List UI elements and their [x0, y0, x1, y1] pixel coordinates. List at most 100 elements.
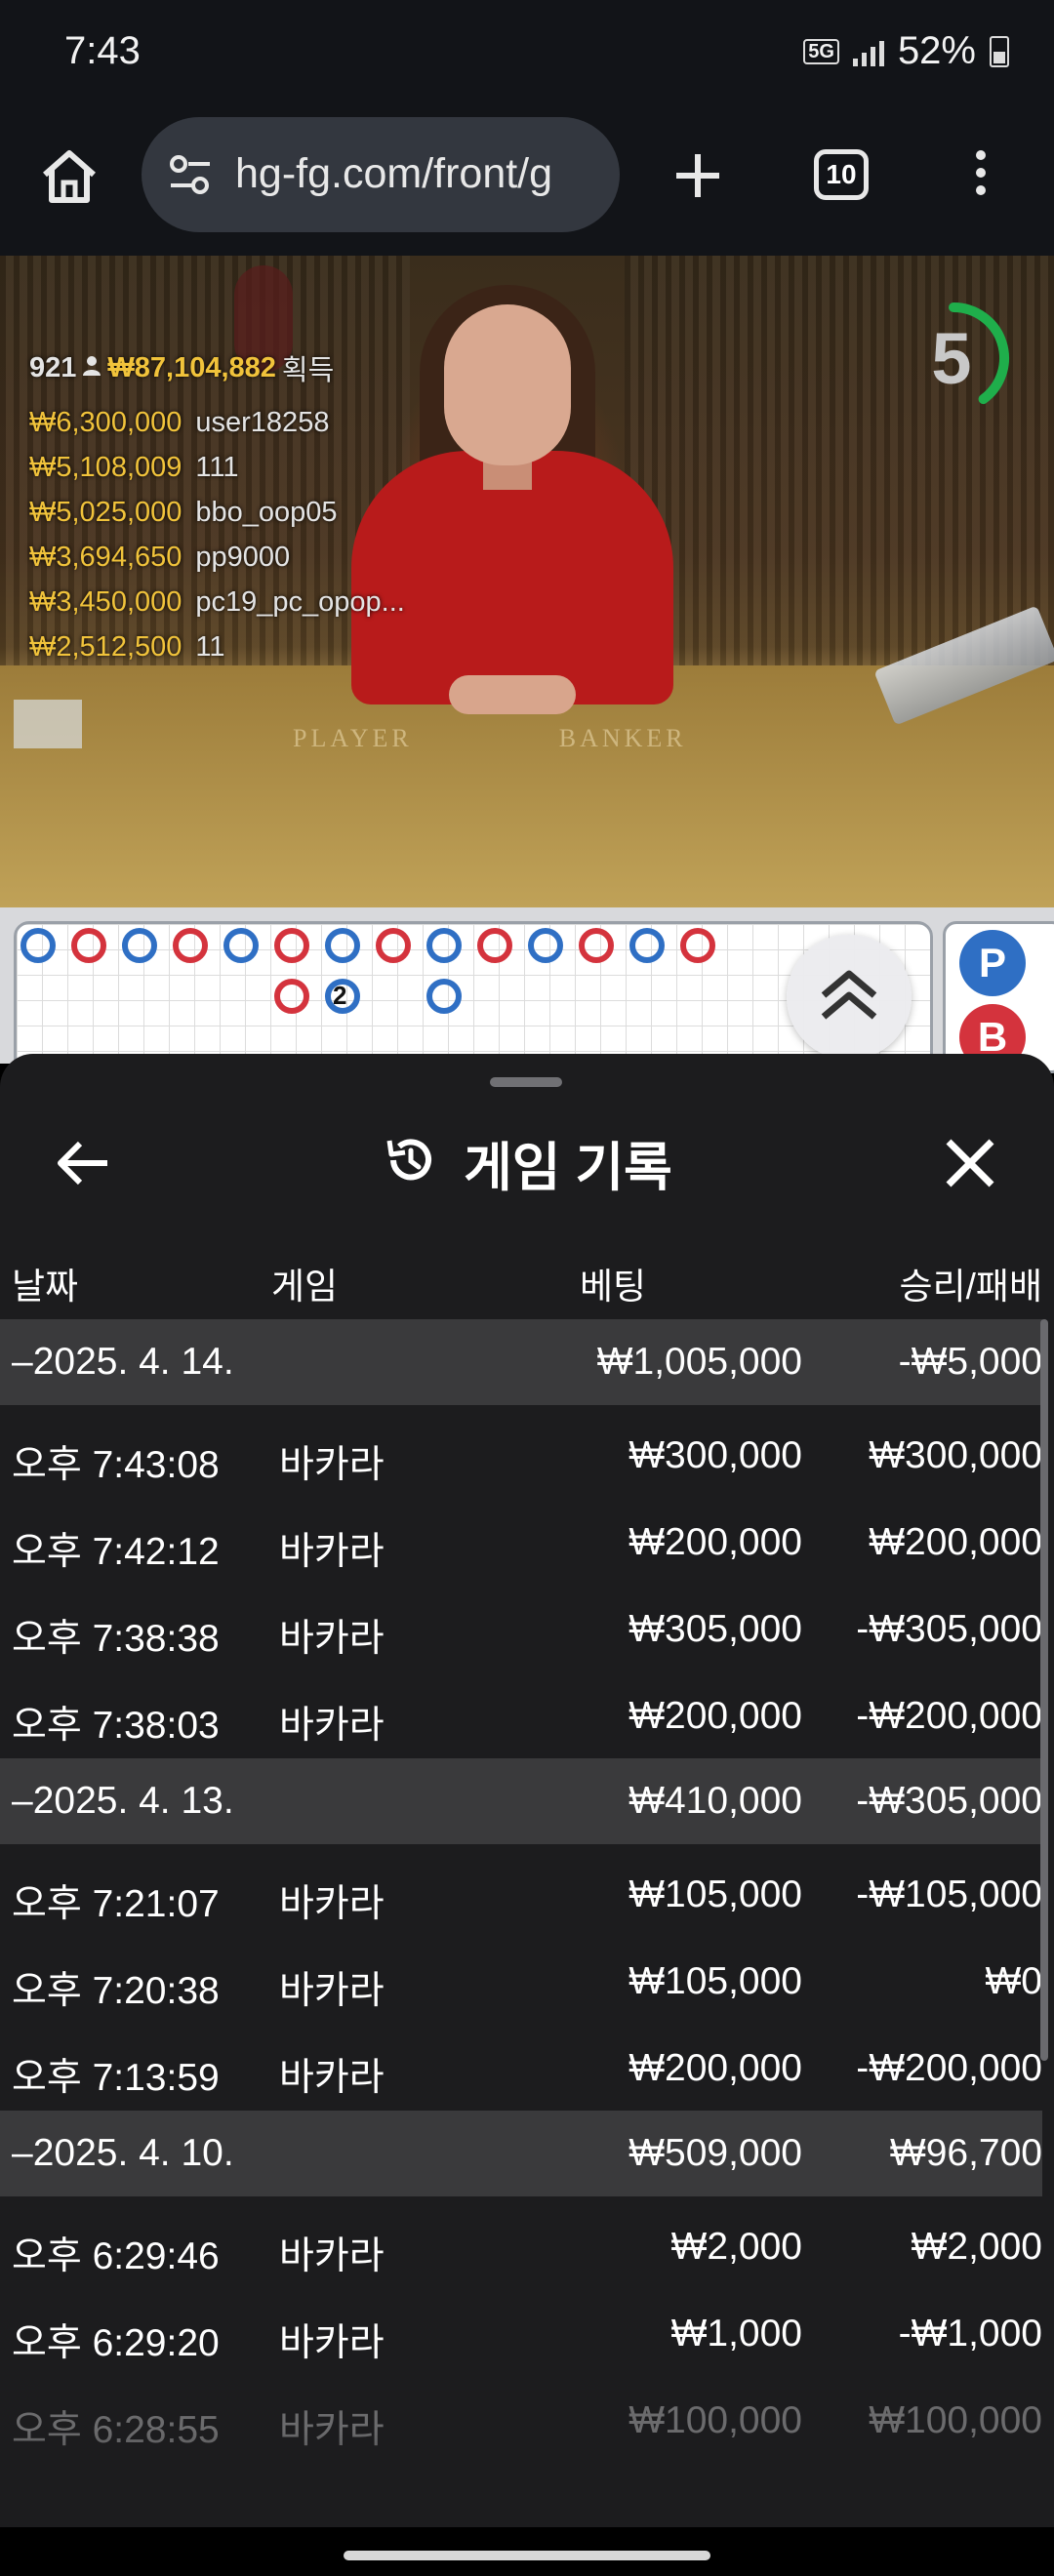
road-banker-circle — [579, 928, 614, 963]
history-table: –2025. 4. 14. ₩1,005,000 -₩5,000 오후 7:43… — [0, 1319, 1042, 2463]
column-header-result: 승리/패배 — [899, 1267, 1042, 1307]
row-game: 바카라 — [279, 1618, 385, 1660]
row-result: ₩2,000 — [911, 2226, 1042, 2268]
table-row[interactable]: 오후 6:29:46 바카라 ₩2,000 ₩2,000 — [0, 2202, 1042, 2289]
winner-row: ₩3,450,000 pc19_pc_opop... — [29, 580, 405, 624]
person-icon — [82, 352, 101, 384]
winner-user: 11 — [195, 631, 225, 663]
road-banker-circle — [71, 928, 106, 963]
row-result: ₩0 — [985, 1960, 1043, 2002]
date-group-row[interactable]: –2025. 4. 13. ₩410,000 -₩305,000 — [0, 1758, 1042, 1844]
group-bet-total: ₩1,005,000 — [596, 1341, 802, 1383]
winner-amount: ₩3,450,000 — [29, 586, 182, 618]
row-bet: ₩2,000 — [670, 2226, 802, 2268]
expand-up-button[interactable] — [787, 935, 912, 1060]
roadmap-panel: 2 P B — [0, 907, 1054, 1073]
winner-user: user18258 — [195, 407, 330, 438]
row-time: 오후 7:13:59 — [12, 2057, 220, 2099]
status-bar: 7:43 5G 52% — [0, 0, 1054, 112]
network-type-icon: 5G — [803, 38, 839, 64]
road-banker-circle — [680, 928, 715, 963]
close-icon[interactable] — [939, 1132, 1001, 1194]
road-banker-circle — [274, 928, 309, 963]
group-bet-total: ₩410,000 — [628, 1780, 802, 1822]
site-settings-icon[interactable] — [167, 152, 214, 199]
dealer-face — [444, 304, 571, 465]
date-group-row[interactable]: –2025. 4. 10. ₩509,000 ₩96,700 — [0, 2111, 1042, 2196]
row-bet: ₩300,000 — [628, 1434, 802, 1476]
road-banker-circle — [274, 979, 309, 1014]
table-row[interactable]: 오후 7:38:03 바카라 ₩200,000 -₩200,000 — [0, 1671, 1042, 1758]
row-result: ₩300,000 — [869, 1434, 1042, 1476]
winner-amount: ₩2,512,500 — [29, 631, 182, 663]
row-result: -₩1,000 — [898, 2313, 1042, 2355]
table-row[interactable]: 오후 6:29:20 바카라 ₩1,000 -₩1,000 — [0, 2289, 1042, 2376]
row-game: 바카라 — [279, 2057, 385, 2099]
more-menu-icon[interactable] — [966, 146, 995, 207]
row-bet: ₩200,000 — [628, 2047, 802, 2089]
browser-toolbar: hg-fg.com/front/g 10 — [0, 112, 1054, 258]
home-icon[interactable] — [35, 141, 103, 210]
winner-amount: ₩3,694,650 — [29, 542, 182, 573]
column-header-date: 날짜 — [12, 1267, 79, 1307]
table-row[interactable]: 오후 7:20:38 바카라 ₩105,000 ₩0 — [0, 1937, 1042, 2024]
table-row[interactable]: 오후 7:38:38 바카라 ₩305,000 -₩305,000 — [0, 1585, 1042, 1671]
date-group-row[interactable]: –2025. 4. 14. ₩1,005,000 -₩5,000 — [0, 1319, 1042, 1405]
row-game: 바카라 — [279, 2322, 385, 2364]
row-game: 바카라 — [279, 1883, 385, 1925]
winners-total: ₩87,104,882 — [107, 351, 276, 383]
bead-player: P — [959, 930, 1026, 996]
row-time: 오후 6:29:20 — [12, 2322, 220, 2364]
winner-user: 111 — [195, 452, 239, 483]
winner-row: ₩5,108,009 111 — [29, 445, 405, 490]
sheet-drag-handle[interactable] — [490, 1077, 562, 1087]
winners-list: 921 ₩87,104,882 획득 ₩6,300,000 user18258 ₩… — [29, 347, 405, 669]
table-row[interactable]: 오후 7:42:12 바카라 ₩200,000 ₩200,000 — [0, 1498, 1042, 1585]
winners-label: 획득 — [281, 355, 335, 386]
scrollbar[interactable] — [1040, 1319, 1048, 2061]
group-result-total: -₩5,000 — [898, 1341, 1042, 1383]
row-game: 바카라 — [279, 1531, 385, 1573]
row-game: 바카라 — [279, 2235, 385, 2277]
table-row[interactable]: 오후 7:21:07 바카라 ₩105,000 -₩105,000 — [0, 1850, 1042, 1937]
road-banker-circle — [173, 928, 208, 963]
row-result: -₩200,000 — [856, 2047, 1042, 2089]
group-date: –2025. 4. 10. — [12, 2132, 234, 2174]
table-header: 날짜 게임 베팅 승리/패배 — [0, 1247, 1054, 1309]
row-time: 오후 7:38:03 — [12, 1705, 220, 1747]
row-result: -₩200,000 — [856, 1695, 1042, 1737]
row-time: 오후 7:38:38 — [12, 1618, 220, 1660]
winner-row: ₩3,694,650 pp9000 — [29, 535, 405, 580]
home-gesture-pill[interactable] — [344, 2551, 710, 2560]
row-game: 바카라 — [279, 1970, 385, 2012]
new-tab-icon[interactable] — [669, 146, 727, 205]
tab-switcher-button[interactable]: 10 — [814, 149, 869, 200]
game-history-sheet: 게임 기록 날짜 게임 베팅 승리/패배 –2025. 4. 14. ₩1,00… — [0, 1054, 1054, 2527]
table-row[interactable]: 오후 7:43:08 바카라 ₩300,000 ₩300,000 — [0, 1411, 1042, 1498]
countdown-timer: 5 — [903, 298, 1015, 420]
bead-road-board[interactable]: P B — [943, 921, 1054, 1073]
url-text: hg-fg.com/front/g — [235, 150, 553, 197]
road-player-circle — [20, 928, 56, 963]
status-time: 7:43 — [64, 29, 141, 72]
winner-amount: ₩6,300,000 — [29, 407, 182, 438]
row-bet: ₩200,000 — [628, 1695, 802, 1737]
address-bar[interactable]: hg-fg.com/front/g — [142, 117, 620, 232]
road-player-circle — [325, 928, 360, 963]
row-game: 바카라 — [279, 1444, 385, 1486]
road-player-circle — [528, 928, 563, 963]
row-bet: ₩105,000 — [628, 1960, 802, 2002]
row-time: 오후 7:21:07 — [12, 1883, 220, 1925]
battery-percent: 52% — [897, 29, 976, 72]
row-time: 오후 7:20:38 — [12, 1970, 220, 2012]
table-player-label: PLAYER — [293, 724, 413, 752]
system-nav-bar — [0, 2527, 1054, 2576]
group-result-total: ₩96,700 — [889, 2132, 1042, 2174]
road-player-circle — [122, 928, 157, 963]
status-indicators: 5G 52% — [803, 29, 1009, 73]
row-result: -₩105,000 — [856, 1873, 1042, 1915]
table-row[interactable]: 오후 7:13:59 바카라 ₩200,000 -₩200,000 — [0, 2024, 1042, 2111]
winner-amount: ₩5,025,000 — [29, 497, 182, 528]
discard-box — [14, 700, 82, 748]
road-player-circle — [629, 928, 665, 963]
